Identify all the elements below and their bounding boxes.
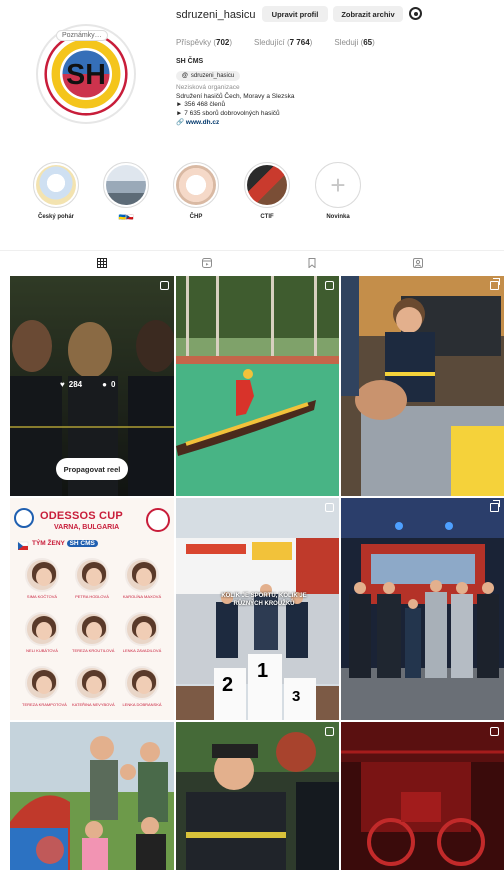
reel-stats: ♥ 284 ● 0 — [60, 380, 115, 389]
post-carousel-team[interactable] — [341, 498, 504, 720]
odessos-subtitle: VARNA, BULGARIA — [54, 524, 120, 531]
stimul-cup-caption: KOLIK JE SPORTU, KOLIK JE RŮZNÝCH KROUŽK… — [221, 593, 307, 607]
tab-saved[interactable] — [302, 256, 322, 270]
post-reel-stimul-cup[interactable]: KOLIK JE SPORTU, KOLIK JE RŮZNÝCH KROUŽK… — [176, 498, 339, 720]
post-reel-1[interactable]: ♥ 284 ● 0 Propagovat reel — [10, 276, 174, 496]
podium-first: 1 — [257, 660, 269, 682]
odessos-title: ODESSOS CUP — [40, 510, 123, 522]
bookmark-icon — [308, 258, 316, 268]
reel-icon — [160, 281, 169, 290]
highlight-cesky-pohar[interactable]: Český pohár — [26, 162, 86, 220]
tab-posts[interactable] — [92, 256, 112, 270]
reel-icon — [490, 727, 499, 736]
posts-grid: ♥ 284 ● 0 Propagovat reel ODESSOS CUP VA… — [10, 276, 504, 870]
threads-icon: @ — [182, 72, 188, 79]
post-red-workshop[interactable] — [341, 722, 504, 870]
profile-avatar[interactable]: SH Poznámky… — [36, 24, 136, 124]
post-image — [176, 498, 339, 720]
heart-icon: ♥ — [60, 380, 65, 389]
comments-stat: ● 0 — [102, 380, 116, 389]
post-image — [341, 498, 504, 720]
profile-stats: Příspěvky (702) Sledující (7 764) Sleduj… — [176, 38, 375, 47]
team-member: SIMA KOČTOVÁ — [22, 558, 62, 599]
highlight-ctif[interactable]: CTIF — [237, 162, 297, 220]
carousel-icon — [490, 278, 500, 290]
highlight-ua-cz[interactable]: 🇺🇦🇨🇿 — [96, 162, 156, 221]
post-odessos-cup[interactable]: ODESSOS CUP VARNA, BULGARIA TÝM ŽENY SH … — [10, 498, 174, 720]
tab-tagged[interactable] — [408, 256, 428, 270]
post-image — [176, 276, 339, 496]
promote-reel-button[interactable]: Propagovat reel — [56, 458, 128, 480]
team-member: PETRA HODLOVÁ — [72, 558, 112, 599]
grid-icon — [97, 258, 107, 268]
team-member: KATEŘINA NEVYBOVÁ — [72, 666, 115, 707]
post-image — [10, 722, 174, 870]
threads-tag[interactable]: @ sdruzeni_hasicu — [176, 70, 241, 82]
tab-reels[interactable] — [197, 256, 217, 270]
profile-tabs — [0, 250, 504, 274]
bio-category: Nezisková organizace — [176, 84, 240, 92]
podium-third: 3 — [292, 688, 301, 705]
sh-cms-logo: SH — [44, 32, 128, 116]
reel-icon — [325, 727, 334, 736]
posts-count: Příspěvky (702) — [176, 38, 233, 47]
team-member: LENKA ZAVADILOVÁ — [122, 612, 162, 653]
post-reel-2[interactable] — [176, 276, 339, 496]
reels-icon — [202, 258, 212, 268]
odessos-category: TÝM ŽENY SH ČMS — [32, 540, 98, 547]
comment-icon: ● — [102, 380, 107, 389]
following-count[interactable]: Sleduji (65) — [334, 38, 374, 47]
view-archive-button[interactable]: Zobrazit archiv — [333, 6, 403, 22]
post-image — [176, 722, 339, 870]
likes-stat: ♥ 284 — [60, 380, 83, 389]
bio-line: ► 7 635 sborů dobrovolných hasičů — [176, 109, 280, 117]
podium-second: 2 — [222, 674, 234, 696]
profile-bio: SH ČMS @ sdruzeni_hasicu Nezisková organi… — [176, 58, 426, 127]
bio-line: ► 356 468 členů — [176, 101, 226, 109]
post-image — [341, 276, 504, 496]
post-family[interactable] — [10, 722, 174, 870]
bio-name: SH ČMS — [176, 58, 204, 65]
reel-icon — [325, 281, 334, 290]
post-image — [341, 722, 504, 870]
edit-profile-button[interactable]: Upravit profil — [262, 6, 328, 22]
team-member: NELI KUBÁTOVÁ — [22, 612, 62, 653]
carousel-icon — [490, 500, 500, 512]
settings-gear-icon[interactable] — [409, 7, 422, 20]
notes-badge[interactable]: Poznámky… — [56, 30, 108, 41]
team-member: LENKA DOBRANSKÁ — [122, 666, 162, 707]
plus-icon: + — [330, 170, 346, 200]
tagged-icon — [413, 258, 423, 268]
svg-text:SH: SH — [66, 59, 106, 91]
highlight-new[interactable]: + Novinka — [308, 162, 368, 220]
team-member: TEREZA KROUTILOVÁ — [72, 612, 114, 653]
profile-username: sdruzeni_hasicu — [176, 9, 256, 21]
team-member: TEREZA KRAMPOTOVÁ — [22, 666, 67, 707]
post-carousel-3[interactable] — [341, 276, 504, 496]
followers-count[interactable]: Sledující (7 764) — [254, 38, 312, 47]
bio-link[interactable]: 🔗 www.dh.cz — [176, 119, 426, 128]
team-member: KAROLÍNA MAXOVÁ — [122, 558, 162, 599]
post-firefighter[interactable] — [176, 722, 339, 870]
reel-icon — [325, 503, 334, 512]
highlight-chp[interactable]: ČHP — [166, 162, 226, 220]
